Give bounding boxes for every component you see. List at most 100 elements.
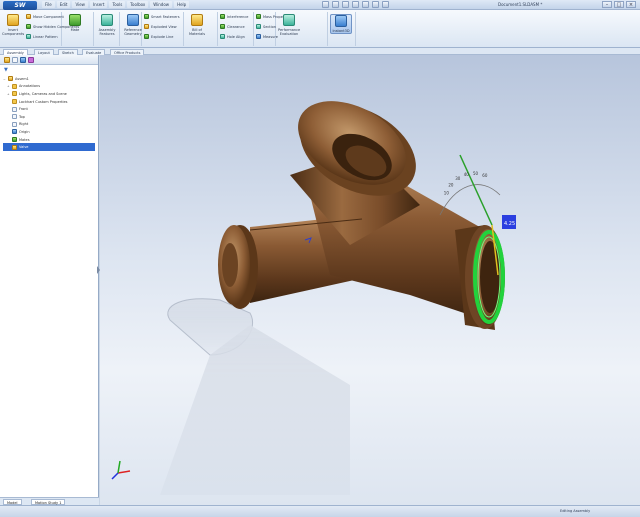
quick-access-toolbar xyxy=(322,1,389,8)
app-logo[interactable]: SW xyxy=(3,1,37,10)
menu-help[interactable]: Help xyxy=(174,1,190,8)
ribbon-icon xyxy=(283,14,295,26)
ribbon-small-explode-line[interactable]: Explode Line xyxy=(144,34,173,39)
tree-item[interactable]: Origin xyxy=(3,128,95,136)
ruler-tick-label: 10 xyxy=(444,191,450,196)
ribbon-button-performance-evaluation[interactable]: Performance Evaluation xyxy=(278,14,300,36)
expand-toggle[interactable]: − xyxy=(3,77,6,81)
tree-item-label: Top xyxy=(19,114,25,119)
ribbon-small-hole-align[interactable]: Hole Align xyxy=(220,34,245,39)
tree-item[interactable]: Mates xyxy=(3,136,95,144)
configuration-manager-icon[interactable] xyxy=(20,57,26,63)
menu-insert[interactable]: Insert xyxy=(89,1,108,8)
ribbon-small-label: Hole Align xyxy=(227,34,245,39)
tree-item[interactable]: − Assem1 xyxy=(3,75,95,83)
display-manager-icon[interactable] xyxy=(28,57,34,63)
valve-model[interactable] xyxy=(218,84,505,330)
title-bar: SW File Edit View Insert Tools Toolbox Window H… xyxy=(0,0,640,10)
ribbon-small-label: Exploded View xyxy=(151,24,177,29)
ribbon-small-interference[interactable]: Interference xyxy=(220,14,248,19)
ribbon-icon xyxy=(144,24,149,29)
feature-tree-icon[interactable] xyxy=(4,57,10,63)
menu-view[interactable]: View xyxy=(72,1,88,8)
ribbon-button-insert-components[interactable]: Insert Components xyxy=(2,14,24,36)
ribbon-button-instant3d[interactable]: Instant3D xyxy=(330,14,352,34)
ribbon-icon xyxy=(101,14,113,26)
triad-icon xyxy=(111,460,131,480)
expand-toggle[interactable]: + xyxy=(7,84,10,88)
ribbon-button-bill-of-materials[interactable]: Bill of Materials xyxy=(186,14,208,36)
panel-toolbar xyxy=(0,55,98,65)
model-view[interactable]: 10 203040 50 60 4.25 xyxy=(100,55,640,505)
tree-item-label: Valve xyxy=(19,145,29,150)
tree-item[interactable]: Right xyxy=(3,121,95,129)
ribbon-icon xyxy=(256,24,261,29)
open-icon[interactable] xyxy=(332,1,339,8)
menu-window[interactable]: Window xyxy=(150,1,173,8)
feature-manager-panel: ▼ − Assem1 + Annotations + Lights, Cameras an… xyxy=(0,55,99,497)
print-icon[interactable] xyxy=(352,1,359,8)
ribbon-group-7: Mass Properties Section Measure xyxy=(256,12,291,46)
ribbon-icon xyxy=(7,14,19,26)
tree-item-label: Origin xyxy=(19,129,30,134)
minimize-button[interactable]: – xyxy=(602,1,612,8)
tree-item[interactable]: + Lights, Cameras and Scene xyxy=(3,90,95,98)
ribbon-small-section[interactable]: Section xyxy=(256,24,276,29)
ribbon-small-linear-pattern[interactable]: Linear Pattern xyxy=(26,34,58,39)
tree-item[interactable]: Front xyxy=(3,105,95,113)
ribbon-button-label: Reference Geometry xyxy=(124,28,142,36)
menu-edit[interactable]: Edit xyxy=(56,1,71,8)
ribbon-small-exploded-view[interactable]: Exploded View xyxy=(144,24,177,29)
undo-icon[interactable] xyxy=(362,1,369,8)
tree-item[interactable]: Top xyxy=(3,113,95,121)
ribbon-small-smart-fasteners[interactable]: Smart Fasteners xyxy=(144,14,180,19)
status-mode: Editing Assembly xyxy=(560,509,591,513)
ribbon-small-label: Measure xyxy=(263,34,278,39)
ribbon-icon xyxy=(144,14,149,19)
document-title: Document1.SLDASM * xyxy=(498,2,543,7)
ribbon-button-reference-geometry[interactable]: Reference Geometry xyxy=(122,14,144,36)
plane-icon xyxy=(12,106,17,112)
ribbon-small-move-component[interactable]: Move Component xyxy=(26,14,64,19)
filter-icon[interactable]: ▼ xyxy=(0,65,98,74)
tree-item-label: Lights, Cameras and Scene xyxy=(19,91,67,96)
menu-toolbox[interactable]: Toolbox xyxy=(127,1,149,8)
rebuild-icon[interactable] xyxy=(372,1,379,8)
tree-item-label: Annotations xyxy=(19,84,41,89)
menu-tools[interactable]: Tools xyxy=(109,1,126,8)
graphics-area[interactable]: 10 20 30 40 50 60 4.25 xyxy=(100,55,640,505)
expand-toggle[interactable]: + xyxy=(7,92,10,96)
ribbon-small-label: Clearance xyxy=(227,24,245,29)
ribbon-group-3: Reference Geometry xyxy=(122,12,142,46)
window-controls: – □ × xyxy=(602,1,636,8)
ribbon-icon xyxy=(127,14,139,26)
maximize-button[interactable]: □ xyxy=(614,1,624,8)
ribbon-group-5: Bill of Materials xyxy=(186,12,218,46)
ruler-tick-label: 30 xyxy=(455,176,461,181)
ribbon-small-clearance[interactable]: Clearance xyxy=(220,24,245,29)
tree-item[interactable]: Valve xyxy=(3,143,95,151)
folder-icon xyxy=(12,99,17,105)
ruler-tick-label: 20 xyxy=(448,183,454,188)
ribbon-icon xyxy=(256,14,261,19)
property-manager-icon[interactable] xyxy=(12,57,18,63)
tree-item-label: Right xyxy=(19,122,29,127)
feature-tree: − Assem1 + Annotations + Lights, Cameras and … xyxy=(0,74,98,152)
menu-file[interactable]: File xyxy=(42,1,55,8)
close-button[interactable]: × xyxy=(626,1,636,8)
ribbon-group-8: Performance Evaluation xyxy=(278,12,328,46)
ribbon-button-mate[interactable]: Mate xyxy=(64,14,86,32)
ribbon-icon xyxy=(256,34,261,39)
save-icon[interactable] xyxy=(342,1,349,8)
ribbon-button-label: Assembly Features xyxy=(98,28,116,36)
tree-item[interactable]: Lockhart Custom Properties xyxy=(3,98,95,106)
options-icon[interactable] xyxy=(382,1,389,8)
ribbon-button-assembly-features[interactable]: Assembly Features xyxy=(96,14,118,36)
tree-item-label: Assem1 xyxy=(15,76,29,81)
ribbon-small-measure[interactable]: Measure xyxy=(256,34,278,39)
bottom-tabs: Model Motion Study 1 xyxy=(0,497,99,505)
ribbon-icon xyxy=(26,34,31,39)
tree-item[interactable]: + Annotations xyxy=(3,83,95,91)
ribbon-button-label: Mate xyxy=(70,28,80,32)
new-icon[interactable] xyxy=(322,1,329,8)
